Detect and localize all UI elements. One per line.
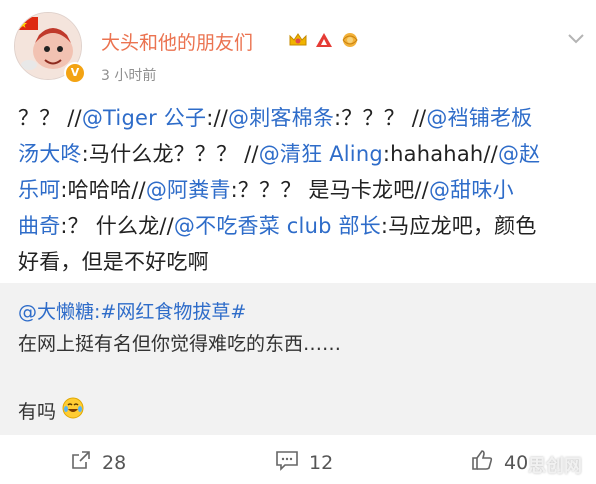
mention-link[interactable]: @Tiger 公子 (82, 106, 206, 130)
repost-question-text: 有吗 (18, 401, 57, 423)
content-line: 好看，但是不好吃啊 (18, 244, 583, 280)
mention-link[interactable]: @清狂 Aling (259, 142, 383, 166)
repost-text: 在网上挺有名但你觉得难吃的东西…… (18, 333, 342, 355)
post-time: 3 小时前 (101, 68, 157, 84)
content-line: 乐呵:哈哈哈//@阿粪青:？？？ 是马卡龙吧//@甜味小 (18, 172, 583, 208)
content-text: :hahahah// (382, 142, 498, 166)
like-button[interactable]: 40 (470, 449, 528, 476)
badges (288, 30, 360, 50)
post-header: V 大头和他的朋友们 3 小时前 (0, 0, 596, 90)
content-line: 汤大咚:马什么龙？？？ //@清狂 Aling:hahahah//@赵 (18, 136, 583, 172)
mention-link[interactable]: 汤大咚 (18, 142, 82, 166)
thumbs-up-icon (470, 449, 494, 476)
content-text: :马应龙吧，颜色 (380, 214, 537, 238)
repost-question: 有吗 (18, 397, 84, 424)
comment-icon (275, 449, 299, 476)
mention-link[interactable]: @不吃香菜 club 部长 (174, 214, 381, 238)
mention-link[interactable]: @刺客棉条 (228, 106, 334, 130)
mention-link[interactable]: @裆铺老板 (426, 106, 532, 130)
verified-icon: V (64, 62, 86, 84)
mention-link[interactable]: @赵 (498, 142, 540, 166)
content-text: 好看，但是不好吃啊 (18, 250, 209, 274)
mention-link[interactable]: @甜味小 (429, 178, 514, 202)
post-content: ？？ //@Tiger 公子://@刺客棉条:？？？ //@裆铺老板 汤大咚:马什… (18, 100, 583, 280)
crying-laughing-emoji-icon (62, 397, 84, 424)
repost-button[interactable]: 28 (70, 449, 126, 476)
repost-card[interactable]: @大懒糖:#网红食物拔草# 在网上挺有名但你觉得难吃的东西…… 有吗 (0, 283, 596, 435)
chevron-down-icon[interactable] (567, 30, 585, 49)
mention-link[interactable]: @阿粪青 (146, 178, 231, 202)
gold-flower-icon[interactable] (340, 30, 360, 50)
action-bar: 28 12 40 (0, 441, 596, 484)
content-text: :？ 什么龙// (60, 214, 174, 238)
content-text: :？？？ 是马卡龙吧// (230, 178, 429, 202)
content-text: ？？ // (18, 106, 82, 130)
content-text: :？？？ // (334, 106, 427, 130)
content-text: :马什么龙？？？ // (81, 142, 259, 166)
mention-link[interactable]: 曲奇 (18, 214, 60, 238)
like-count: 40 (504, 451, 529, 474)
comment-button[interactable]: 12 (275, 449, 333, 476)
repost-author-topic[interactable]: @大懒糖:#网红食物拔草# (18, 297, 246, 324)
crown-icon[interactable] (288, 30, 308, 50)
share-icon (70, 449, 92, 476)
mention-link[interactable]: 乐呵 (18, 178, 60, 202)
username[interactable]: 大头和他的朋友们 (101, 28, 253, 55)
content-line: 曲奇:？ 什么龙//@不吃香菜 club 部长:马应龙吧，颜色 (18, 208, 583, 244)
content-text: :// (206, 106, 229, 130)
content-text: :哈哈哈// (60, 178, 146, 202)
red-triangle-icon[interactable] (314, 30, 334, 50)
watermark: 思创网 (528, 456, 582, 477)
content-line: ？？ //@Tiger 公子://@刺客棉条:？？？ //@裆铺老板 (18, 100, 583, 136)
comment-count: 12 (309, 451, 334, 474)
repost-count: 28 (102, 451, 127, 474)
